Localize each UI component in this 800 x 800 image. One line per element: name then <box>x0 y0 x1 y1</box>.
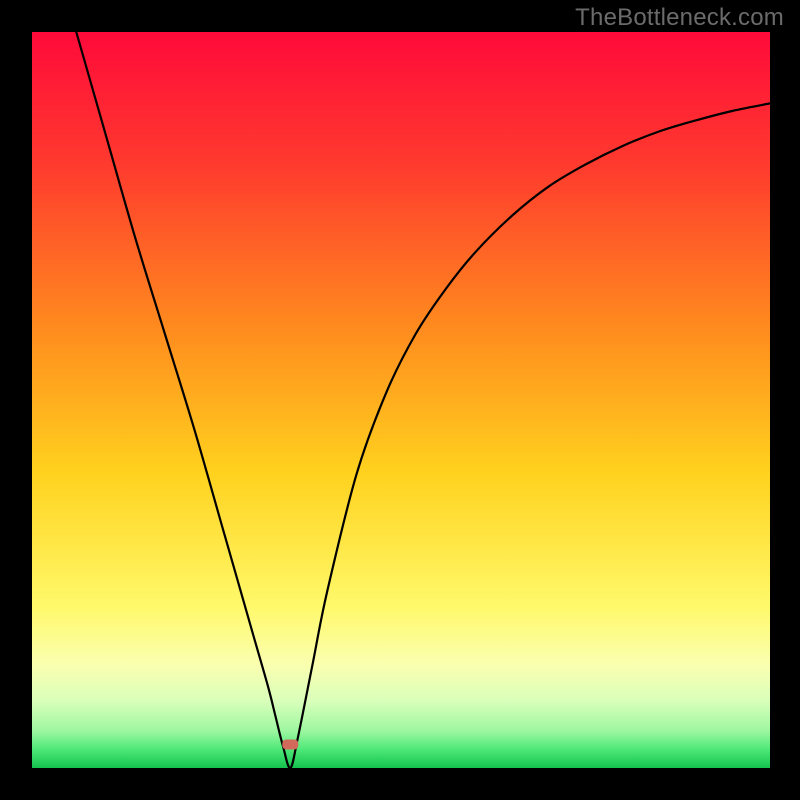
watermark-text: TheBottleneck.com <box>575 4 784 32</box>
plot-background <box>32 32 770 768</box>
minimum-marker <box>282 739 298 749</box>
bottleneck-chart <box>0 0 800 800</box>
chart-container: TheBottleneck.com <box>0 0 800 800</box>
